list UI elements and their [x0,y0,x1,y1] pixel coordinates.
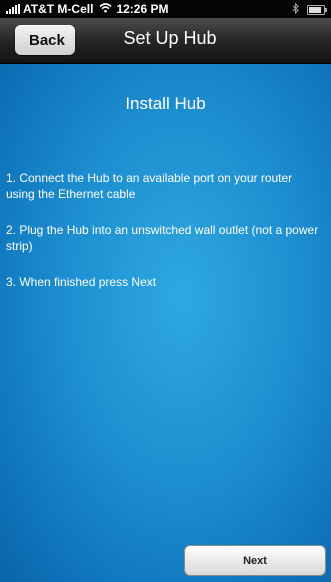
clock: 12:26 PM [116,2,169,16]
step-3-text: 3. When finished press Next [6,275,157,289]
navigation-bar: Back Set Up Hub [0,18,331,64]
status-left: AT&T M-Cell 12:26 PM [6,2,168,16]
bluetooth-icon [292,2,299,17]
status-bar: AT&T M-Cell 12:26 PM [0,0,331,18]
content-area: Install Hub 1. Connect the Hub to an ava… [0,64,331,582]
wifi-icon [99,2,112,16]
next-button-label: Next [243,554,267,567]
back-button[interactable]: Back [15,25,75,55]
step-1-text: 1. Connect the Hub to an available port … [6,171,293,201]
step-2-text: 2. Plug the Hub into an unswitched wall … [6,223,319,253]
back-button-label: Back [29,31,65,49]
app-screen: AT&T M-Cell 12:26 PM Back Set Up Hub Ins… [0,0,331,582]
battery-icon [307,5,327,15]
nav-title: Set Up Hub [123,28,217,48]
next-button[interactable]: Next [184,545,326,576]
status-right [292,2,327,17]
battery-fill [309,7,321,13]
page-title: Install Hub [125,94,206,113]
signal-icon [6,4,21,14]
carrier-label: AT&T M-Cell [23,2,94,16]
